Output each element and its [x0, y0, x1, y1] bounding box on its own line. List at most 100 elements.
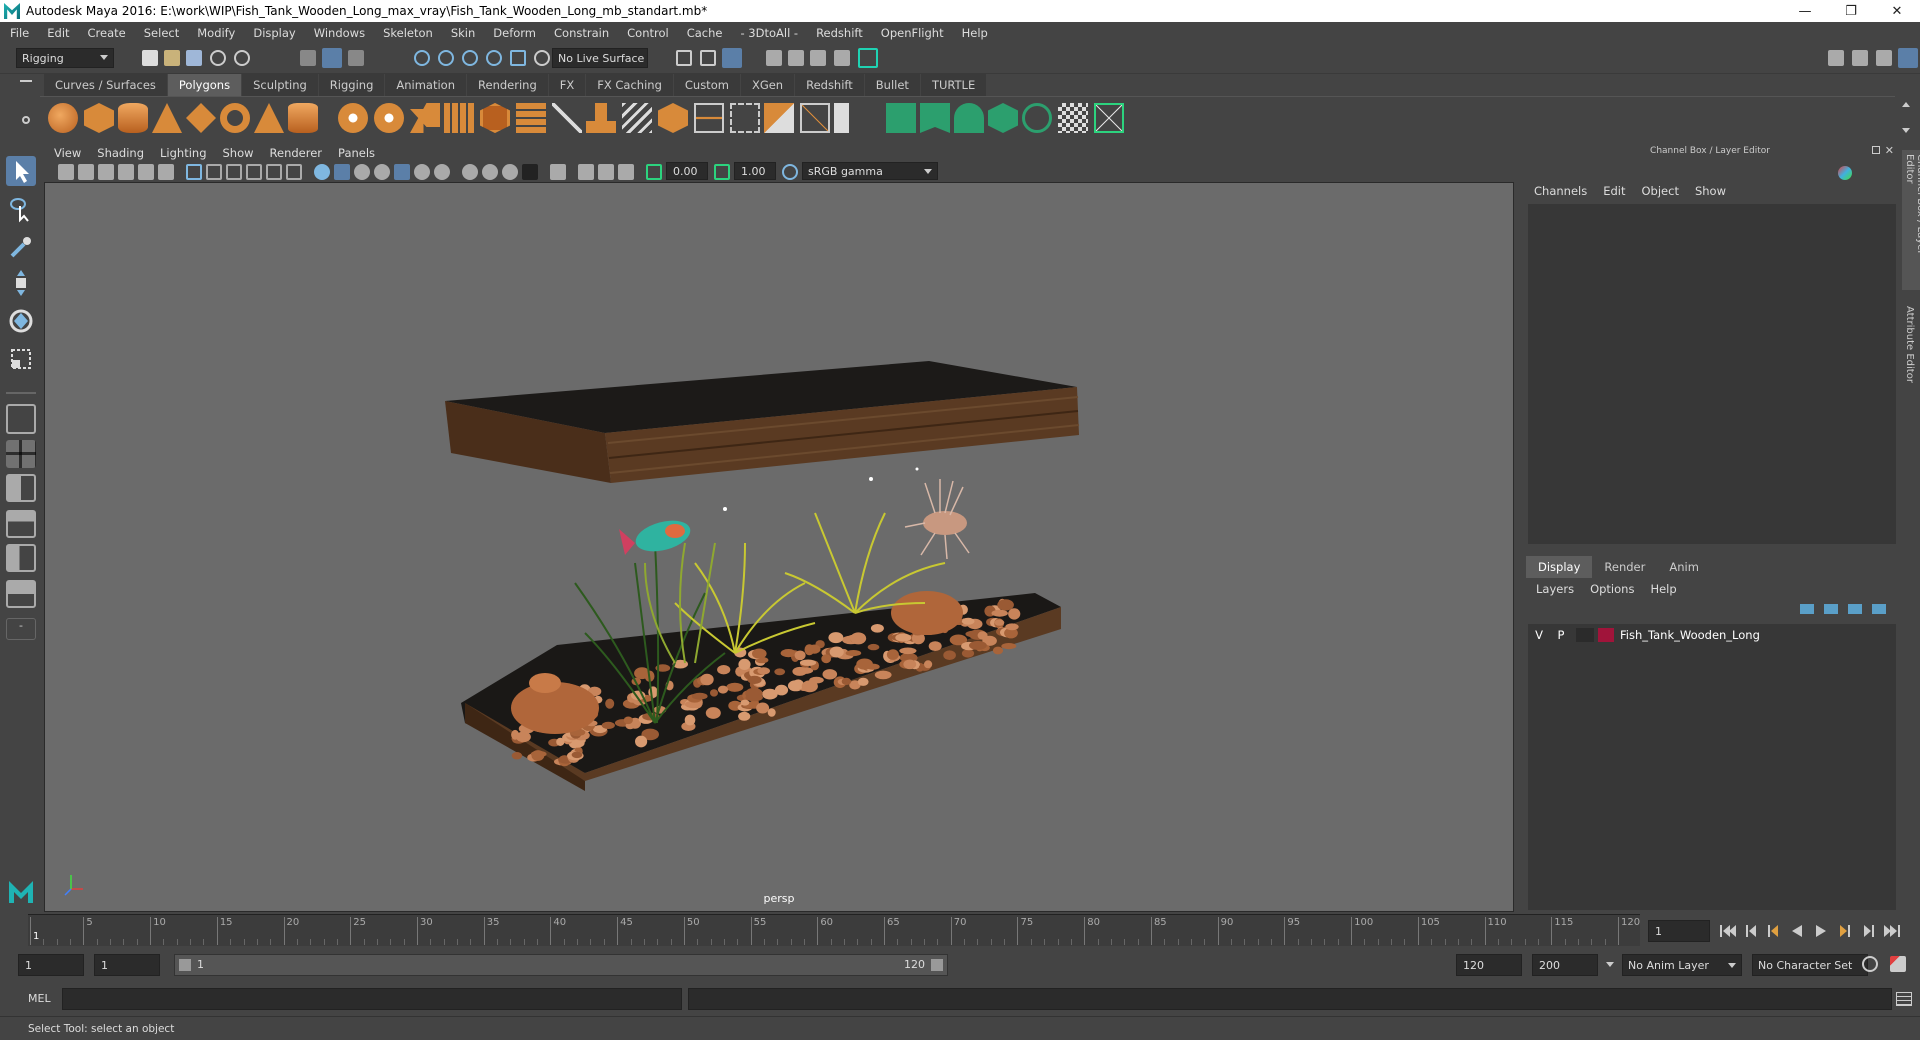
menu-modify[interactable]: Modify [197, 26, 235, 40]
channel-box-area[interactable] [1528, 204, 1896, 544]
scale-tool-icon[interactable] [6, 344, 36, 374]
menu-cache[interactable]: Cache [687, 26, 723, 40]
menu-select[interactable]: Select [144, 26, 179, 40]
command-input[interactable] [62, 988, 682, 1010]
side-tab-attribute-editor[interactable]: Attribute Editor [1902, 302, 1917, 402]
screen-space-ao-icon[interactable] [462, 164, 478, 180]
go-to-end-icon[interactable] [1884, 925, 1900, 937]
time-slider[interactable]: 1 5 10 15 20 25 30 35 40 45 50 55 60 65 70 75 80 85 90 95 10… [28, 914, 1640, 946]
uv-planar-icon[interactable] [886, 103, 916, 133]
gate-mask-icon[interactable] [246, 164, 262, 180]
current-frame-field[interactable]: 1 [1648, 920, 1710, 942]
animation-preferences-icon[interactable] [1890, 956, 1906, 972]
shelf-tab-redshift[interactable]: Redshift [795, 74, 864, 96]
camera-attributes-icon[interactable] [78, 164, 94, 180]
step-forward-icon[interactable] [1864, 925, 1874, 937]
range-start-handle[interactable] [179, 959, 191, 971]
toggle-attribute-editor-icon[interactable] [1852, 50, 1868, 66]
script-editor-icon[interactable] [1896, 992, 1912, 1006]
shadows-icon[interactable] [434, 164, 450, 180]
shelf-tab-custom[interactable]: Custom [673, 74, 740, 96]
move-layer-down-icon[interactable] [1824, 604, 1838, 614]
fill-hole-icon[interactable] [658, 103, 688, 133]
key-selected-icon[interactable] [1838, 166, 1852, 180]
range-slider[interactable]: 1 120 [174, 954, 948, 976]
color-management-icon[interactable] [782, 164, 798, 180]
ipr-render-icon[interactable] [722, 48, 742, 68]
camera-select-icon[interactable] [58, 164, 74, 180]
select-component-icon[interactable] [348, 50, 364, 66]
vp-menu-panels[interactable]: Panels [338, 146, 375, 160]
layer-playback-toggle[interactable]: P [1550, 628, 1572, 642]
exposure-field[interactable]: 0.00 [666, 162, 708, 180]
snap-surface-icon[interactable] [510, 50, 526, 66]
range-end-handle[interactable] [931, 959, 943, 971]
auto-key-icon[interactable] [1862, 956, 1878, 972]
menu-deform[interactable]: Deform [493, 26, 536, 40]
vp-menu-view[interactable]: View [54, 146, 81, 160]
chevron-down-icon[interactable] [1606, 962, 1614, 967]
target-weld-icon[interactable] [764, 103, 794, 133]
two-pane-layout-icon[interactable] [6, 474, 36, 502]
render-view-icon[interactable] [810, 50, 826, 66]
cb-menu-object[interactable]: Object [1642, 184, 1679, 198]
persp-outliner-layout-icon[interactable] [6, 544, 36, 572]
restore-button[interactable]: ❐ [1828, 0, 1874, 22]
render-frame-icon[interactable] [700, 50, 716, 66]
layer-menu-layers[interactable]: Layers [1536, 582, 1574, 596]
maya-home-icon[interactable] [6, 876, 36, 906]
shelf-tab-bullet[interactable]: Bullet [864, 74, 920, 96]
menu-help[interactable]: Help [962, 26, 988, 40]
close-panel-icon[interactable]: ✕ [1885, 144, 1894, 157]
move-tool-icon[interactable] [6, 268, 36, 298]
boolean-icon[interactable] [480, 103, 510, 133]
play-forward-icon[interactable] [1816, 925, 1826, 937]
float-panel-icon[interactable] [1872, 146, 1880, 154]
layer-visibility-toggle[interactable]: V [1528, 628, 1550, 642]
shelf-tab-fx-caching[interactable]: FX Caching [586, 74, 673, 96]
snap-grid-icon[interactable] [414, 50, 430, 66]
single-pane-layout-icon[interactable] [6, 404, 36, 434]
outliner-layout-icon[interactable] [6, 580, 36, 608]
menu-skeleton[interactable]: Skeleton [383, 26, 433, 40]
image-plane-icon[interactable] [118, 164, 134, 180]
menu-3dtoall[interactable]: - 3DtoAll - [740, 26, 798, 40]
shelf-tab-xgen[interactable]: XGen [740, 74, 795, 96]
mirror-icon[interactable] [834, 103, 864, 133]
menu-redshift[interactable]: Redshift [816, 26, 863, 40]
colorspace-dropdown[interactable]: sRGB gamma [802, 162, 938, 180]
persp-viewport[interactable]: persp [44, 182, 1514, 912]
chevron-down-icon[interactable] [1902, 128, 1910, 133]
rotate-tool-icon[interactable] [6, 306, 36, 336]
menu-file[interactable]: File [10, 26, 29, 40]
poly-cone-icon[interactable] [152, 103, 182, 133]
select-tool-icon[interactable] [6, 156, 36, 186]
cb-menu-channels[interactable]: Channels [1534, 184, 1587, 198]
smooth-icon[interactable] [444, 103, 474, 133]
poly-cylinder-icon[interactable] [118, 103, 148, 133]
use-all-lights-icon[interactable] [414, 164, 430, 180]
save-scene-icon[interactable] [186, 50, 202, 66]
animation-end-field[interactable]: 200 [1532, 954, 1598, 976]
render-settings-icon[interactable] [766, 50, 782, 66]
shelf-tab-animation[interactable]: Animation [385, 74, 467, 96]
go-to-start-icon[interactable] [1720, 925, 1736, 937]
new-scene-icon[interactable] [142, 50, 158, 66]
poly-sphere-icon[interactable] [48, 103, 78, 133]
step-back-icon[interactable] [1746, 925, 1756, 937]
isolate-select-icon[interactable] [550, 164, 566, 180]
menu-skin[interactable]: Skin [451, 26, 475, 40]
uv-unfold-icon[interactable] [1022, 103, 1052, 133]
separate-icon[interactable] [374, 103, 404, 133]
uv-cylindrical-icon[interactable] [920, 103, 950, 133]
multi-cut-icon[interactable] [730, 103, 760, 133]
vp-menu-lighting[interactable]: Lighting [160, 146, 206, 160]
rs-ipr-icon[interactable] [858, 48, 878, 68]
close-button[interactable]: ✕ [1874, 0, 1920, 22]
textured-icon[interactable] [394, 164, 410, 180]
playback-end-field[interactable]: 120 [1456, 954, 1522, 976]
toggle-channel-box-icon[interactable] [1898, 48, 1918, 68]
bookmark-icon[interactable] [98, 164, 114, 180]
safe-action-icon[interactable] [286, 164, 302, 180]
construction-history-icon[interactable] [676, 50, 692, 66]
